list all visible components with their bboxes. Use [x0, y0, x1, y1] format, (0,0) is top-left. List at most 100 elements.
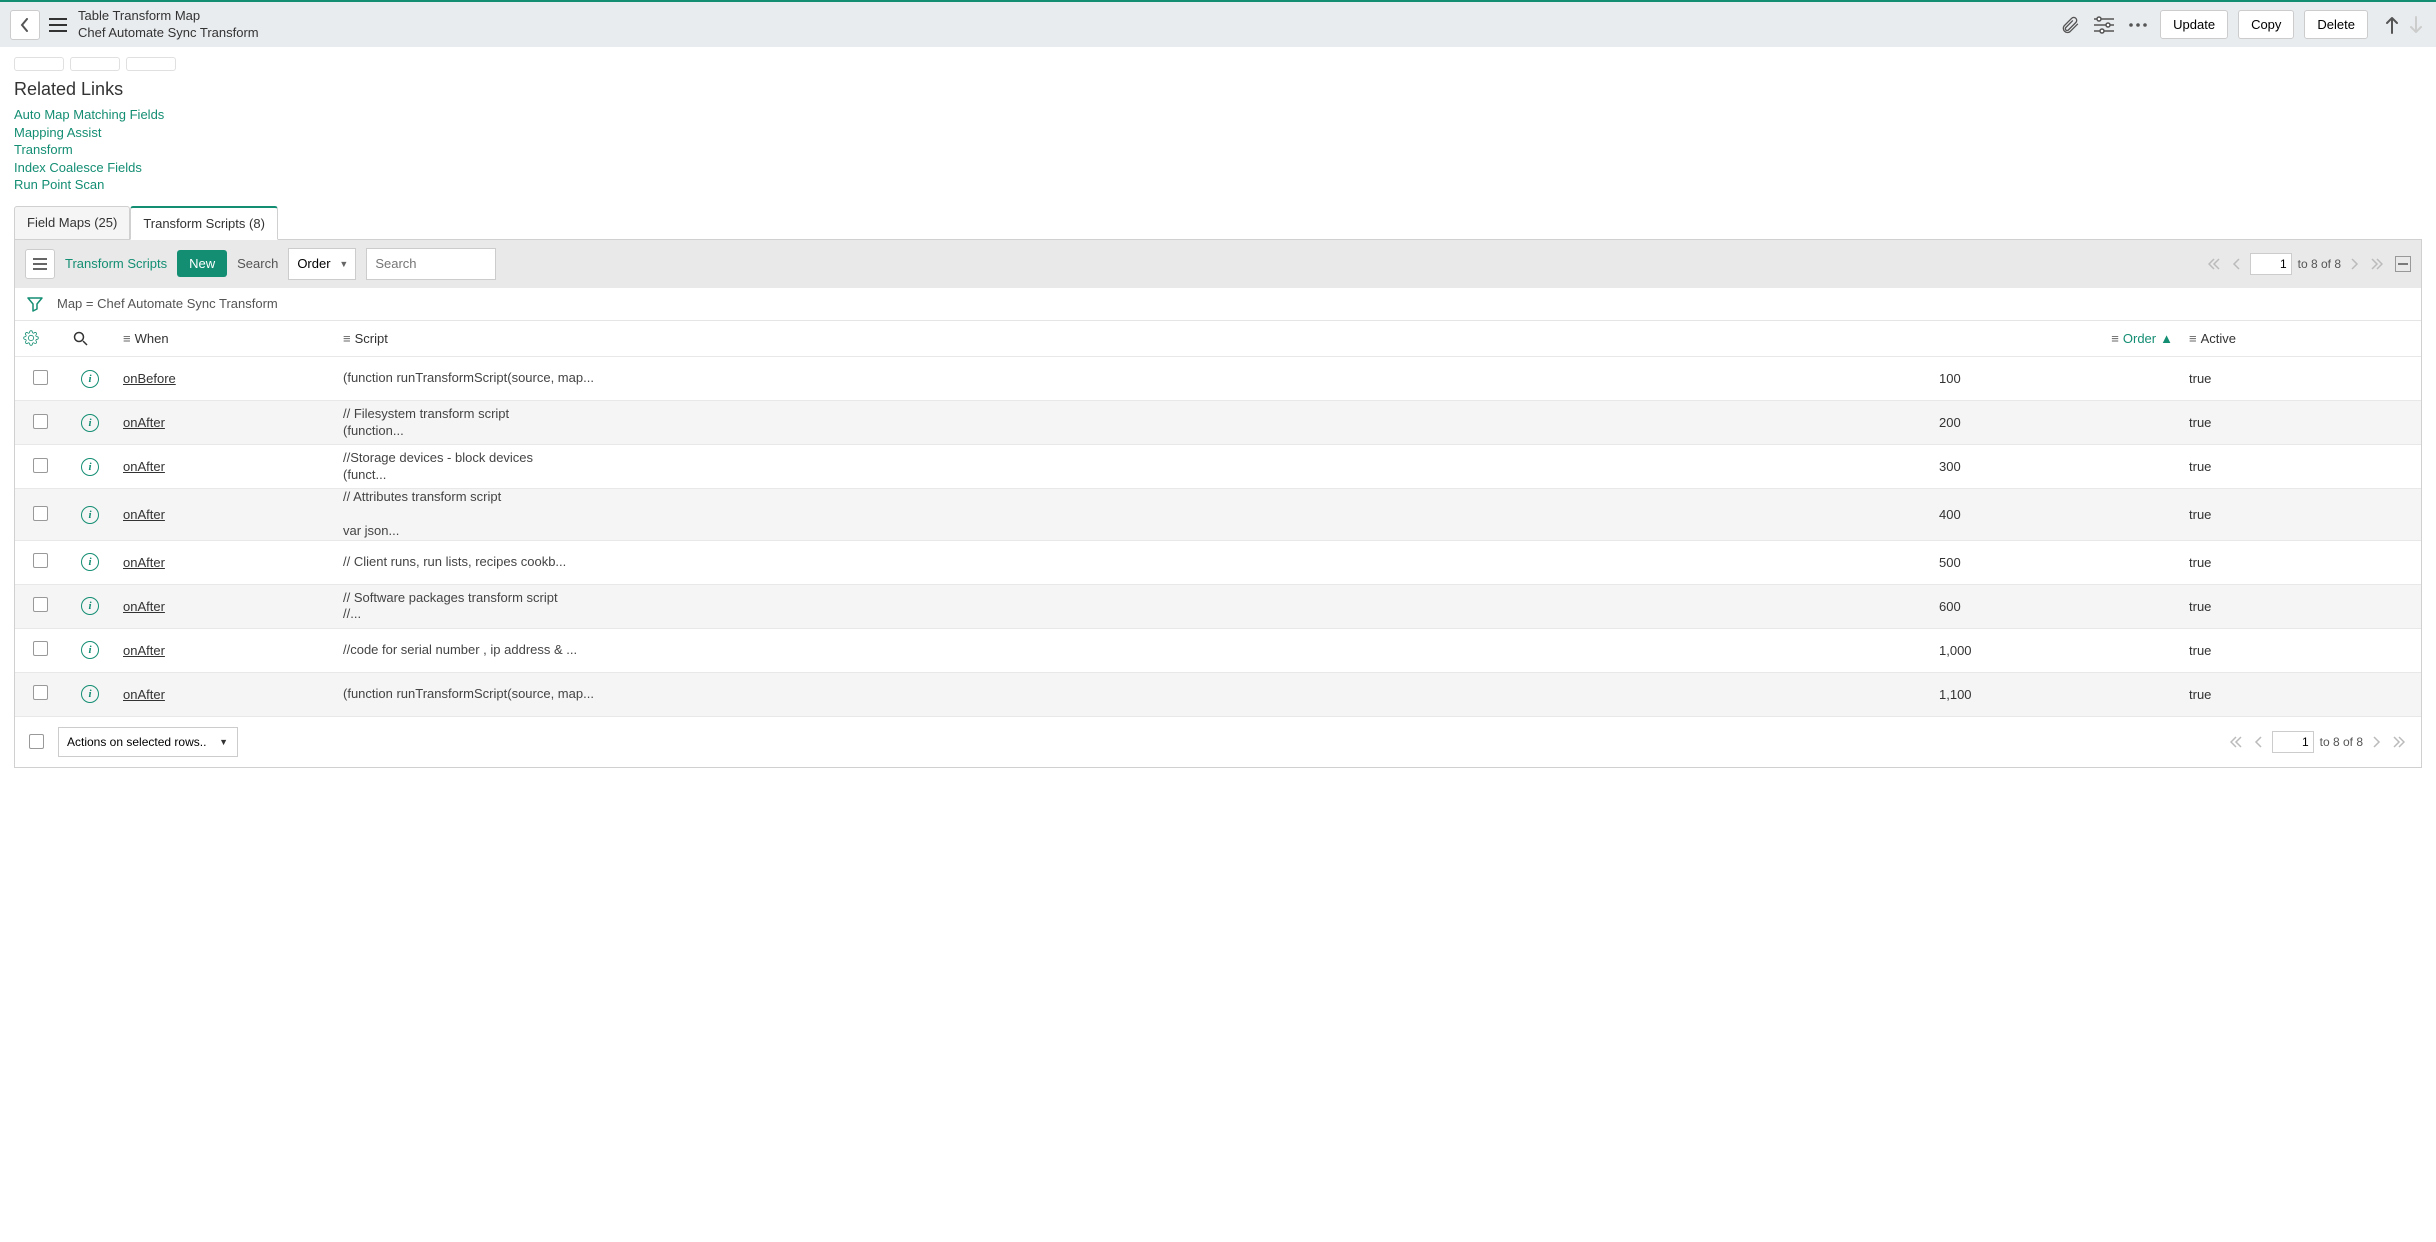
first-page-button-bottom[interactable]	[2228, 736, 2244, 748]
delete-button[interactable]: Delete	[2304, 10, 2368, 39]
filter-button[interactable]	[27, 296, 43, 312]
search-input[interactable]	[366, 248, 496, 280]
order-cell[interactable]: 400	[1931, 489, 2181, 541]
order-cell[interactable]: 600	[1931, 584, 2181, 628]
list-name[interactable]: Transform Scripts	[65, 256, 167, 271]
row-checkbox[interactable]	[33, 641, 48, 656]
last-page-icon	[2393, 736, 2405, 748]
select-all-footer-checkbox[interactable]	[29, 734, 44, 749]
row-checkbox[interactable]	[33, 458, 48, 473]
order-cell[interactable]: 100	[1931, 357, 2181, 401]
script-cell[interactable]: //code for serial number , ip address & …	[335, 628, 1931, 672]
when-link[interactable]: onAfter	[123, 459, 165, 474]
when-link[interactable]: onAfter	[123, 687, 165, 702]
tab-transform-scripts[interactable]: Transform Scripts (8)	[130, 206, 278, 240]
tab-field-maps[interactable]: Field Maps (25)	[14, 206, 130, 240]
script-cell[interactable]: // Software packages transform script //…	[335, 584, 1931, 628]
next-page-button-bottom[interactable]	[2369, 736, 2385, 748]
next-page-button[interactable]	[2347, 258, 2363, 270]
script-cell[interactable]: // Attributes transform script var json.…	[335, 489, 1931, 541]
order-cell[interactable]: 1,100	[1931, 672, 2181, 716]
page-input[interactable]	[2250, 253, 2292, 275]
last-page-button[interactable]	[2369, 258, 2385, 270]
row-checkbox[interactable]	[33, 553, 48, 568]
copy-button[interactable]: Copy	[2238, 10, 2294, 39]
related-link-mapping-assist[interactable]: Mapping Assist	[14, 124, 2422, 142]
page-input-bottom[interactable]	[2272, 731, 2314, 753]
active-cell[interactable]: true	[2181, 445, 2421, 489]
personalize-button[interactable]	[23, 330, 57, 346]
script-cell[interactable]: // Filesystem transform script (function…	[335, 401, 1931, 445]
active-cell[interactable]: true	[2181, 672, 2421, 716]
active-cell[interactable]: true	[2181, 357, 2421, 401]
last-page-button-bottom[interactable]	[2391, 736, 2407, 748]
order-cell[interactable]: 500	[1931, 540, 2181, 584]
row-checkbox[interactable]	[33, 414, 48, 429]
info-button[interactable]: i	[81, 553, 99, 571]
when-link[interactable]: onAfter	[123, 555, 165, 570]
table-row: i onAfter (function runTransformScript(s…	[15, 672, 2421, 716]
active-cell[interactable]: true	[2181, 628, 2421, 672]
next-page-icon	[2373, 736, 2381, 748]
actions-dropdown[interactable]: Actions on selected rows...	[58, 727, 238, 757]
actions-dropdown-wrapper: Actions on selected rows...	[58, 727, 238, 757]
info-button[interactable]: i	[81, 685, 99, 703]
paperclip-icon	[2060, 15, 2080, 35]
info-button[interactable]: i	[81, 641, 99, 659]
list-menu-button[interactable]	[25, 249, 55, 279]
related-link-transform[interactable]: Transform	[14, 141, 2422, 159]
active-cell[interactable]: true	[2181, 489, 2421, 541]
more-button[interactable]	[2126, 13, 2150, 37]
active-cell[interactable]: true	[2181, 584, 2421, 628]
row-checkbox[interactable]	[33, 685, 48, 700]
script-cell[interactable]: //Storage devices - block devices (funct…	[335, 445, 1931, 489]
col-header-script[interactable]: ≡Script	[335, 321, 1931, 357]
related-link-index-coalesce[interactable]: Index Coalesce Fields	[14, 159, 2422, 177]
info-button[interactable]: i	[81, 597, 99, 615]
active-cell[interactable]: true	[2181, 540, 2421, 584]
search-column-button[interactable]	[73, 331, 107, 346]
info-button[interactable]: i	[81, 414, 99, 432]
info-button[interactable]: i	[81, 458, 99, 476]
attachments-button[interactable]	[2058, 13, 2082, 37]
when-link[interactable]: onAfter	[123, 643, 165, 658]
prev-page-button-bottom[interactable]	[2250, 736, 2266, 748]
script-cell[interactable]: // Client runs, run lists, recipes cookb…	[335, 540, 1931, 584]
filter-text: Map = Chef Automate Sync Transform	[57, 296, 278, 311]
settings-button[interactable]	[2092, 13, 2116, 37]
active-cell[interactable]: true	[2181, 401, 2421, 445]
new-button[interactable]: New	[177, 250, 227, 277]
prev-record-button[interactable]	[2382, 15, 2402, 35]
col-header-order[interactable]: ≡Order▲	[1931, 321, 2181, 357]
info-button[interactable]: i	[81, 506, 99, 524]
when-link[interactable]: onAfter	[123, 415, 165, 430]
update-button[interactable]: Update	[2160, 10, 2228, 39]
page-info-bottom: to 8 of 8	[2320, 735, 2363, 749]
when-link[interactable]: onAfter	[123, 599, 165, 614]
related-link-auto-map[interactable]: Auto Map Matching Fields	[14, 106, 2422, 124]
col-header-active[interactable]: ≡Active	[2181, 321, 2421, 357]
first-page-button[interactable]	[2206, 258, 2222, 270]
related-link-run-point-scan[interactable]: Run Point Scan	[14, 176, 2422, 194]
row-checkbox[interactable]	[33, 597, 48, 612]
when-link[interactable]: onBefore	[123, 371, 176, 386]
script-cell[interactable]: (function runTransformScript(source, map…	[335, 357, 1931, 401]
menu-button[interactable]	[48, 18, 68, 32]
when-link[interactable]: onAfter	[123, 507, 165, 522]
order-cell[interactable]: 200	[1931, 401, 2181, 445]
order-cell[interactable]: 1,000	[1931, 628, 2181, 672]
next-record-button[interactable]	[2406, 15, 2426, 35]
script-cell[interactable]: (function runTransformScript(source, map…	[335, 672, 1931, 716]
row-checkbox[interactable]	[33, 370, 48, 385]
info-button[interactable]: i	[81, 370, 99, 388]
back-button[interactable]	[10, 10, 40, 40]
order-cell[interactable]: 300	[1931, 445, 2181, 489]
col-header-when[interactable]: ≡When	[115, 321, 335, 357]
prev-page-button[interactable]	[2228, 258, 2244, 270]
row-checkbox[interactable]	[33, 506, 48, 521]
filter-row: Map = Chef Automate Sync Transform	[15, 288, 2421, 321]
list-container: Transform Scripts New Search Order to 8 …	[14, 240, 2422, 768]
related-links-list: Auto Map Matching Fields Mapping Assist …	[14, 106, 2422, 194]
search-field-select[interactable]: Order	[288, 248, 356, 280]
collapse-button[interactable]	[2395, 256, 2411, 272]
